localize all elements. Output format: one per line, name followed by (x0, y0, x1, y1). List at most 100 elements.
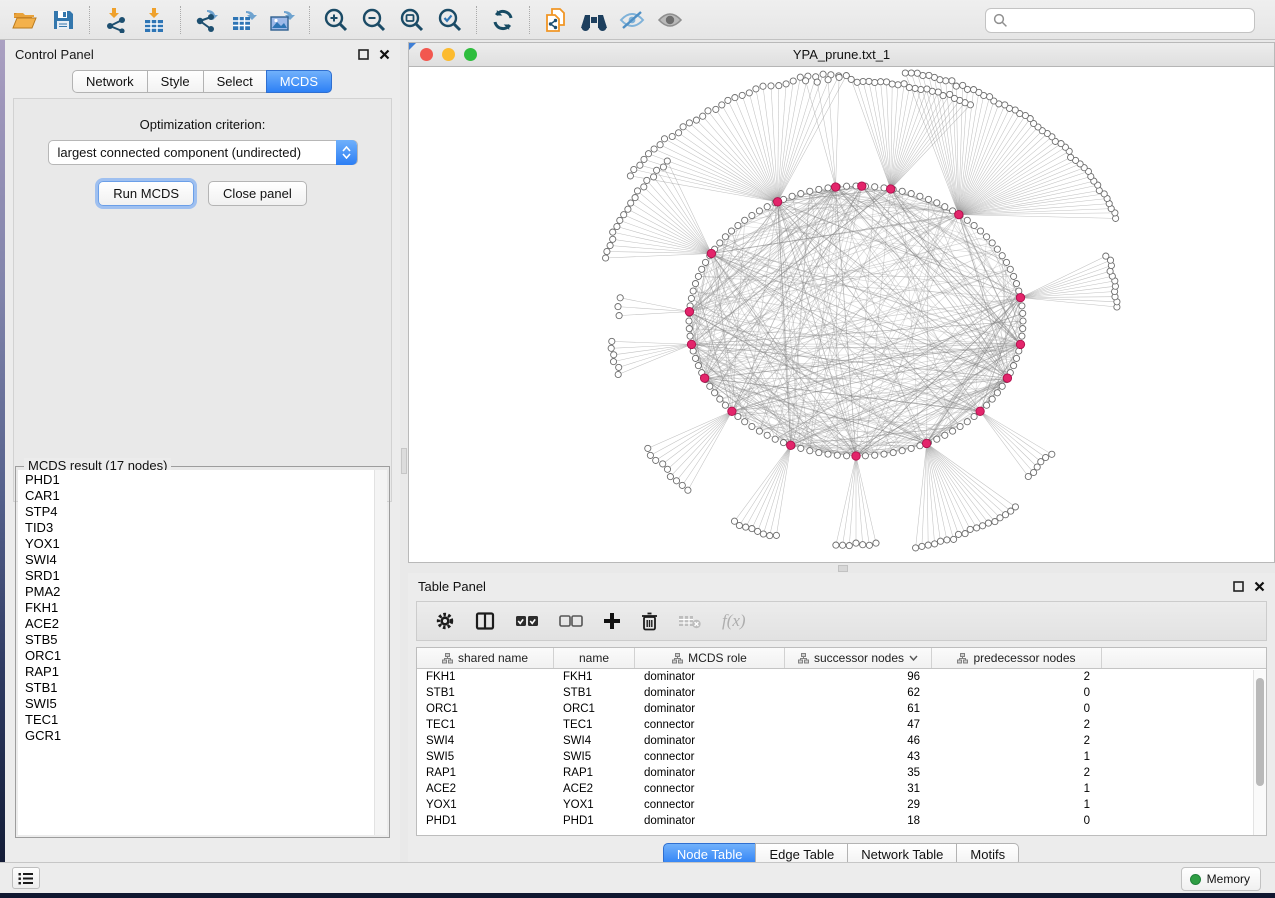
mcds-result-item[interactable]: TEC1 (25, 712, 387, 728)
tab-style[interactable]: Style (147, 70, 204, 93)
table-cell: dominator (635, 687, 785, 699)
table-cell: dominator (635, 815, 785, 827)
mcds-result-item[interactable]: ACE2 (25, 616, 387, 632)
copy-network-button[interactable] (537, 4, 575, 36)
search-box[interactable] (985, 8, 1255, 33)
tab-mcds[interactable]: MCDS (266, 70, 332, 93)
show-all-button[interactable] (651, 4, 689, 36)
close-panel-icon[interactable] (1254, 581, 1265, 592)
network-window: YPA_prune.txt_1 (408, 42, 1275, 563)
save-session-button[interactable] (44, 4, 82, 36)
search-input[interactable] (1008, 10, 1254, 31)
mcds-list-scrollbar[interactable] (374, 470, 387, 835)
horizontal-splitter-grip[interactable] (838, 565, 848, 572)
close-panel-icon[interactable] (379, 49, 390, 60)
import-network-button[interactable] (97, 4, 135, 36)
zoom-in-button[interactable] (317, 4, 355, 36)
refresh-button[interactable] (484, 4, 522, 36)
mcds-result-item[interactable]: STB1 (25, 680, 387, 696)
table-scrollbar-thumb[interactable] (1256, 678, 1264, 786)
table-cell: 29 (785, 799, 932, 811)
table-cell: RAP1 (554, 767, 635, 779)
column-header-shared-name[interactable]: shared name (417, 648, 554, 668)
table-cell: dominator (635, 671, 785, 683)
control-panel: Control Panel NetworkStyleSelectMCDS Opt… (5, 40, 400, 862)
memory-status-dot (1190, 874, 1201, 885)
show-columns-icon[interactable] (475, 612, 495, 630)
memory-button[interactable]: Memory (1181, 867, 1261, 891)
table-options-gear-icon[interactable] (435, 611, 455, 631)
mcds-result-item[interactable]: CAR1 (25, 488, 387, 504)
table-row[interactable]: ACE2ACE2connector311 (417, 781, 1266, 797)
mcds-result-item[interactable]: GCR1 (25, 728, 387, 744)
mcds-result-item[interactable]: YOX1 (25, 536, 387, 552)
right-area: YPA_prune.txt_1 Table Panel (408, 40, 1275, 862)
tab-select[interactable]: Select (203, 70, 267, 93)
column-type-icon (442, 653, 453, 664)
delete-table-icon-disabled (678, 613, 702, 629)
mcds-result-item[interactable]: STB5 (25, 632, 387, 648)
list-menu-icon (18, 872, 34, 885)
mcds-result-item[interactable]: PHD1 (25, 472, 387, 488)
table-row[interactable]: SWI4SWI4dominator462 (417, 733, 1266, 749)
export-table-button[interactable] (226, 4, 264, 36)
float-panel-icon[interactable] (1233, 581, 1244, 592)
table-row[interactable]: PHD1PHD1dominator180 (417, 813, 1266, 829)
table-cell: SWI4 (417, 735, 554, 747)
column-header-name[interactable]: name (554, 648, 635, 668)
eye-icon (656, 9, 684, 31)
table-row[interactable]: YOX1YOX1connector291 (417, 797, 1266, 813)
run-mcds-button[interactable]: Run MCDS (98, 181, 194, 206)
mcds-result-item[interactable]: STP4 (25, 504, 387, 520)
table-row[interactable]: FKH1FKH1dominator962 (417, 669, 1266, 685)
table-row[interactable]: RAP1RAP1dominator352 (417, 765, 1266, 781)
table-row[interactable]: STB1STB1dominator620 (417, 685, 1266, 701)
mcds-result-item[interactable]: SRD1 (25, 568, 387, 584)
network-canvas[interactable] (409, 67, 1274, 562)
deselect-all-rows-icon[interactable] (559, 614, 583, 628)
mcds-result-item[interactable]: RAP1 (25, 664, 387, 680)
mcds-result-item[interactable]: TID3 (25, 520, 387, 536)
first-neighbors-button[interactable] (575, 4, 613, 36)
zoom-fit-button[interactable] (393, 4, 431, 36)
table-row[interactable]: SWI5SWI5connector431 (417, 749, 1266, 765)
import-table-button[interactable] (135, 4, 173, 36)
zoom-out-button[interactable] (355, 4, 393, 36)
table-cell: 2 (932, 735, 1102, 747)
export-network-button[interactable] (188, 4, 226, 36)
mcds-result-item[interactable]: SWI4 (25, 552, 387, 568)
column-header-successor-nodes[interactable]: successor nodes (785, 648, 932, 668)
table-cell: 1 (932, 751, 1102, 763)
table-cell: ORC1 (417, 703, 554, 715)
table-row[interactable]: TEC1TEC1connector472 (417, 717, 1266, 733)
table-row[interactable]: ORC1ORC1dominator610 (417, 701, 1266, 717)
mcds-result-item[interactable]: FKH1 (25, 600, 387, 616)
close-panel-button[interactable]: Close panel (208, 181, 307, 206)
optimization-criterion-select[interactable]: largest connected component (undirected) (48, 140, 358, 165)
mcds-result-item[interactable]: SWI5 (25, 696, 387, 712)
table-toolbar: f(x) (416, 601, 1267, 641)
delete-column-trash-icon[interactable] (641, 612, 658, 631)
toolbar-separator (89, 6, 90, 34)
table-cell: connector (635, 799, 785, 811)
main-area: Control Panel NetworkStyleSelectMCDS Opt… (0, 40, 1275, 862)
optimization-criterion-label: Optimization criterion: (14, 117, 391, 132)
select-all-rows-icon[interactable] (515, 614, 539, 628)
status-menu-button[interactable] (12, 867, 40, 889)
open-file-button[interactable] (6, 4, 44, 36)
export-image-button[interactable] (264, 4, 302, 36)
column-header-predecessor-nodes[interactable]: predecessor nodes (932, 648, 1102, 668)
table-scrollbar[interactable] (1253, 670, 1266, 835)
splitter-grip[interactable] (401, 448, 407, 474)
zoom-selected-button[interactable] (431, 4, 469, 36)
network-titlebar[interactable]: YPA_prune.txt_1 (409, 43, 1274, 67)
vertical-splitter[interactable] (400, 40, 408, 862)
create-column-plus-icon[interactable] (603, 612, 621, 630)
column-header-MCDS-role[interactable]: MCDS role (635, 648, 785, 668)
hide-selected-button[interactable] (613, 4, 651, 36)
mcds-result-item[interactable]: ORC1 (25, 648, 387, 664)
mcds-result-item[interactable]: PMA2 (25, 584, 387, 600)
float-panel-icon[interactable] (358, 49, 369, 60)
tab-network[interactable]: Network (72, 70, 148, 93)
table-cell: ORC1 (554, 703, 635, 715)
